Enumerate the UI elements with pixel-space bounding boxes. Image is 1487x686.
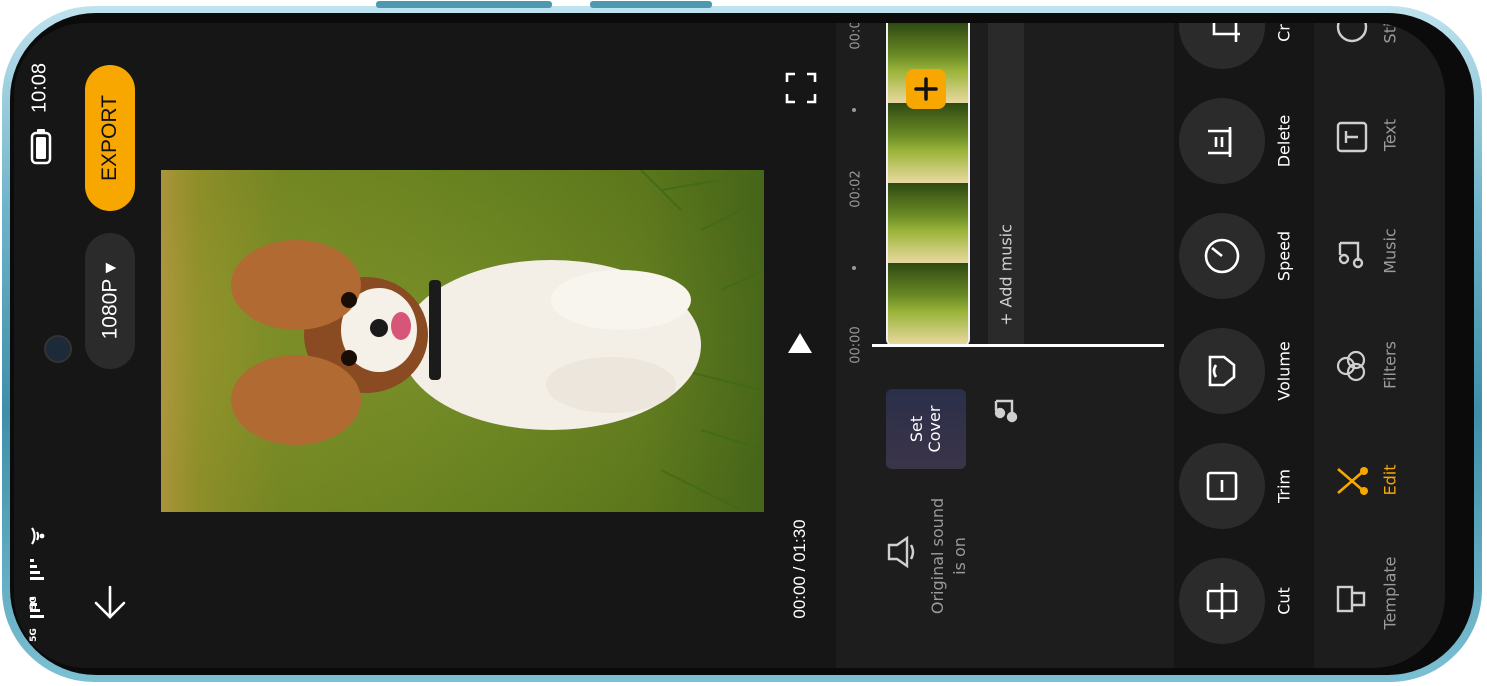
front-camera [44,335,72,363]
tool-label-speed: Speed [1274,230,1294,282]
tool-label-cut: Cut [1274,587,1294,615]
music-tab[interactable] [1334,235,1370,271]
add-music-track[interactable]: + Add music [988,23,1024,345]
playhead[interactable] [872,344,1164,347]
volume-on-icon[interactable] [886,535,916,569]
scissors-icon [1337,467,1368,495]
trim-button[interactable] [1179,443,1265,529]
export-button[interactable]: EXPORT [85,65,135,211]
play-icon[interactable] [786,329,814,357]
timecode: 00:00 / 01:30 [790,519,809,619]
network-label-1: 5G [29,628,39,642]
sticker-tab[interactable] [1334,23,1370,45]
tool-label-volume: Volume [1274,341,1294,401]
tick-label: 00:0 [848,23,864,50]
plus-icon [914,77,938,101]
sticker-icon [1336,23,1368,43]
cut-button[interactable] [1179,558,1265,644]
edit-tab[interactable] [1334,463,1370,499]
video-preview[interactable] [161,170,764,512]
tool-label-delete: Delete [1274,114,1294,168]
power-button [590,1,712,8]
add-clip-button[interactable] [906,69,946,109]
template-icon [1336,585,1366,613]
resolution-label: 1080P ▾ [98,262,122,340]
tab-label-sticker: Sti [1380,23,1400,44]
tick-label: 00:00 [848,326,864,364]
trim-icon [1206,471,1238,501]
fullscreen-icon[interactable] [784,71,818,105]
tab-label-template: Template [1380,556,1400,630]
set-cover-button[interactable]: Set Cover [886,389,966,469]
tab-label-text: Text [1380,118,1400,152]
clip-thumbnail [888,263,968,345]
tool-label-crop: Cr [1274,24,1294,42]
resolution-selector[interactable]: 1080P ▾ [85,233,135,369]
crop-icon [1212,23,1240,42]
status-time: 10:08 [28,62,51,114]
signal-icon [28,551,54,583]
music-note-icon[interactable] [990,393,1020,423]
template-tab[interactable] [1334,581,1370,617]
add-music-label: + Add music [996,224,1016,326]
screen: 10:08 5G 5G EXPORT 1080P ▾ [14,23,1445,668]
tool-label-trim: Trim [1274,468,1294,504]
text-tab[interactable] [1334,119,1370,155]
battery-icon [30,129,52,165]
wifi-icon [28,523,54,549]
filters-tab[interactable] [1334,348,1370,384]
tick-dot [852,266,856,270]
speed-button[interactable] [1179,213,1265,299]
speed-icon [1204,238,1240,274]
tab-label-edit: Edit [1380,464,1400,496]
volume-button[interactable] [1179,328,1265,414]
volume-icon [1208,355,1236,387]
volume-button [376,1,552,8]
signal-icon-2 [28,589,54,621]
clip-thumbnail [888,103,968,183]
delete-icon [1208,127,1232,157]
cut-icon [1206,583,1238,619]
export-label: EXPORT [98,95,121,181]
music-icon [1338,241,1364,269]
tick-label: 00:02 [848,170,864,208]
tab-label-filters: Filters [1380,341,1400,389]
tab-label-music: Music [1380,228,1400,274]
filters-icon [1336,350,1366,382]
dog-image [161,170,764,512]
tick-dot [852,108,856,112]
back-arrow-icon[interactable] [90,583,130,623]
text-icon [1336,121,1368,153]
original-sound-label: Original sound is on [928,497,969,615]
delete-button[interactable] [1179,98,1265,184]
clip-thumbnail [888,183,968,263]
set-cover-label: Set Cover [907,405,944,453]
